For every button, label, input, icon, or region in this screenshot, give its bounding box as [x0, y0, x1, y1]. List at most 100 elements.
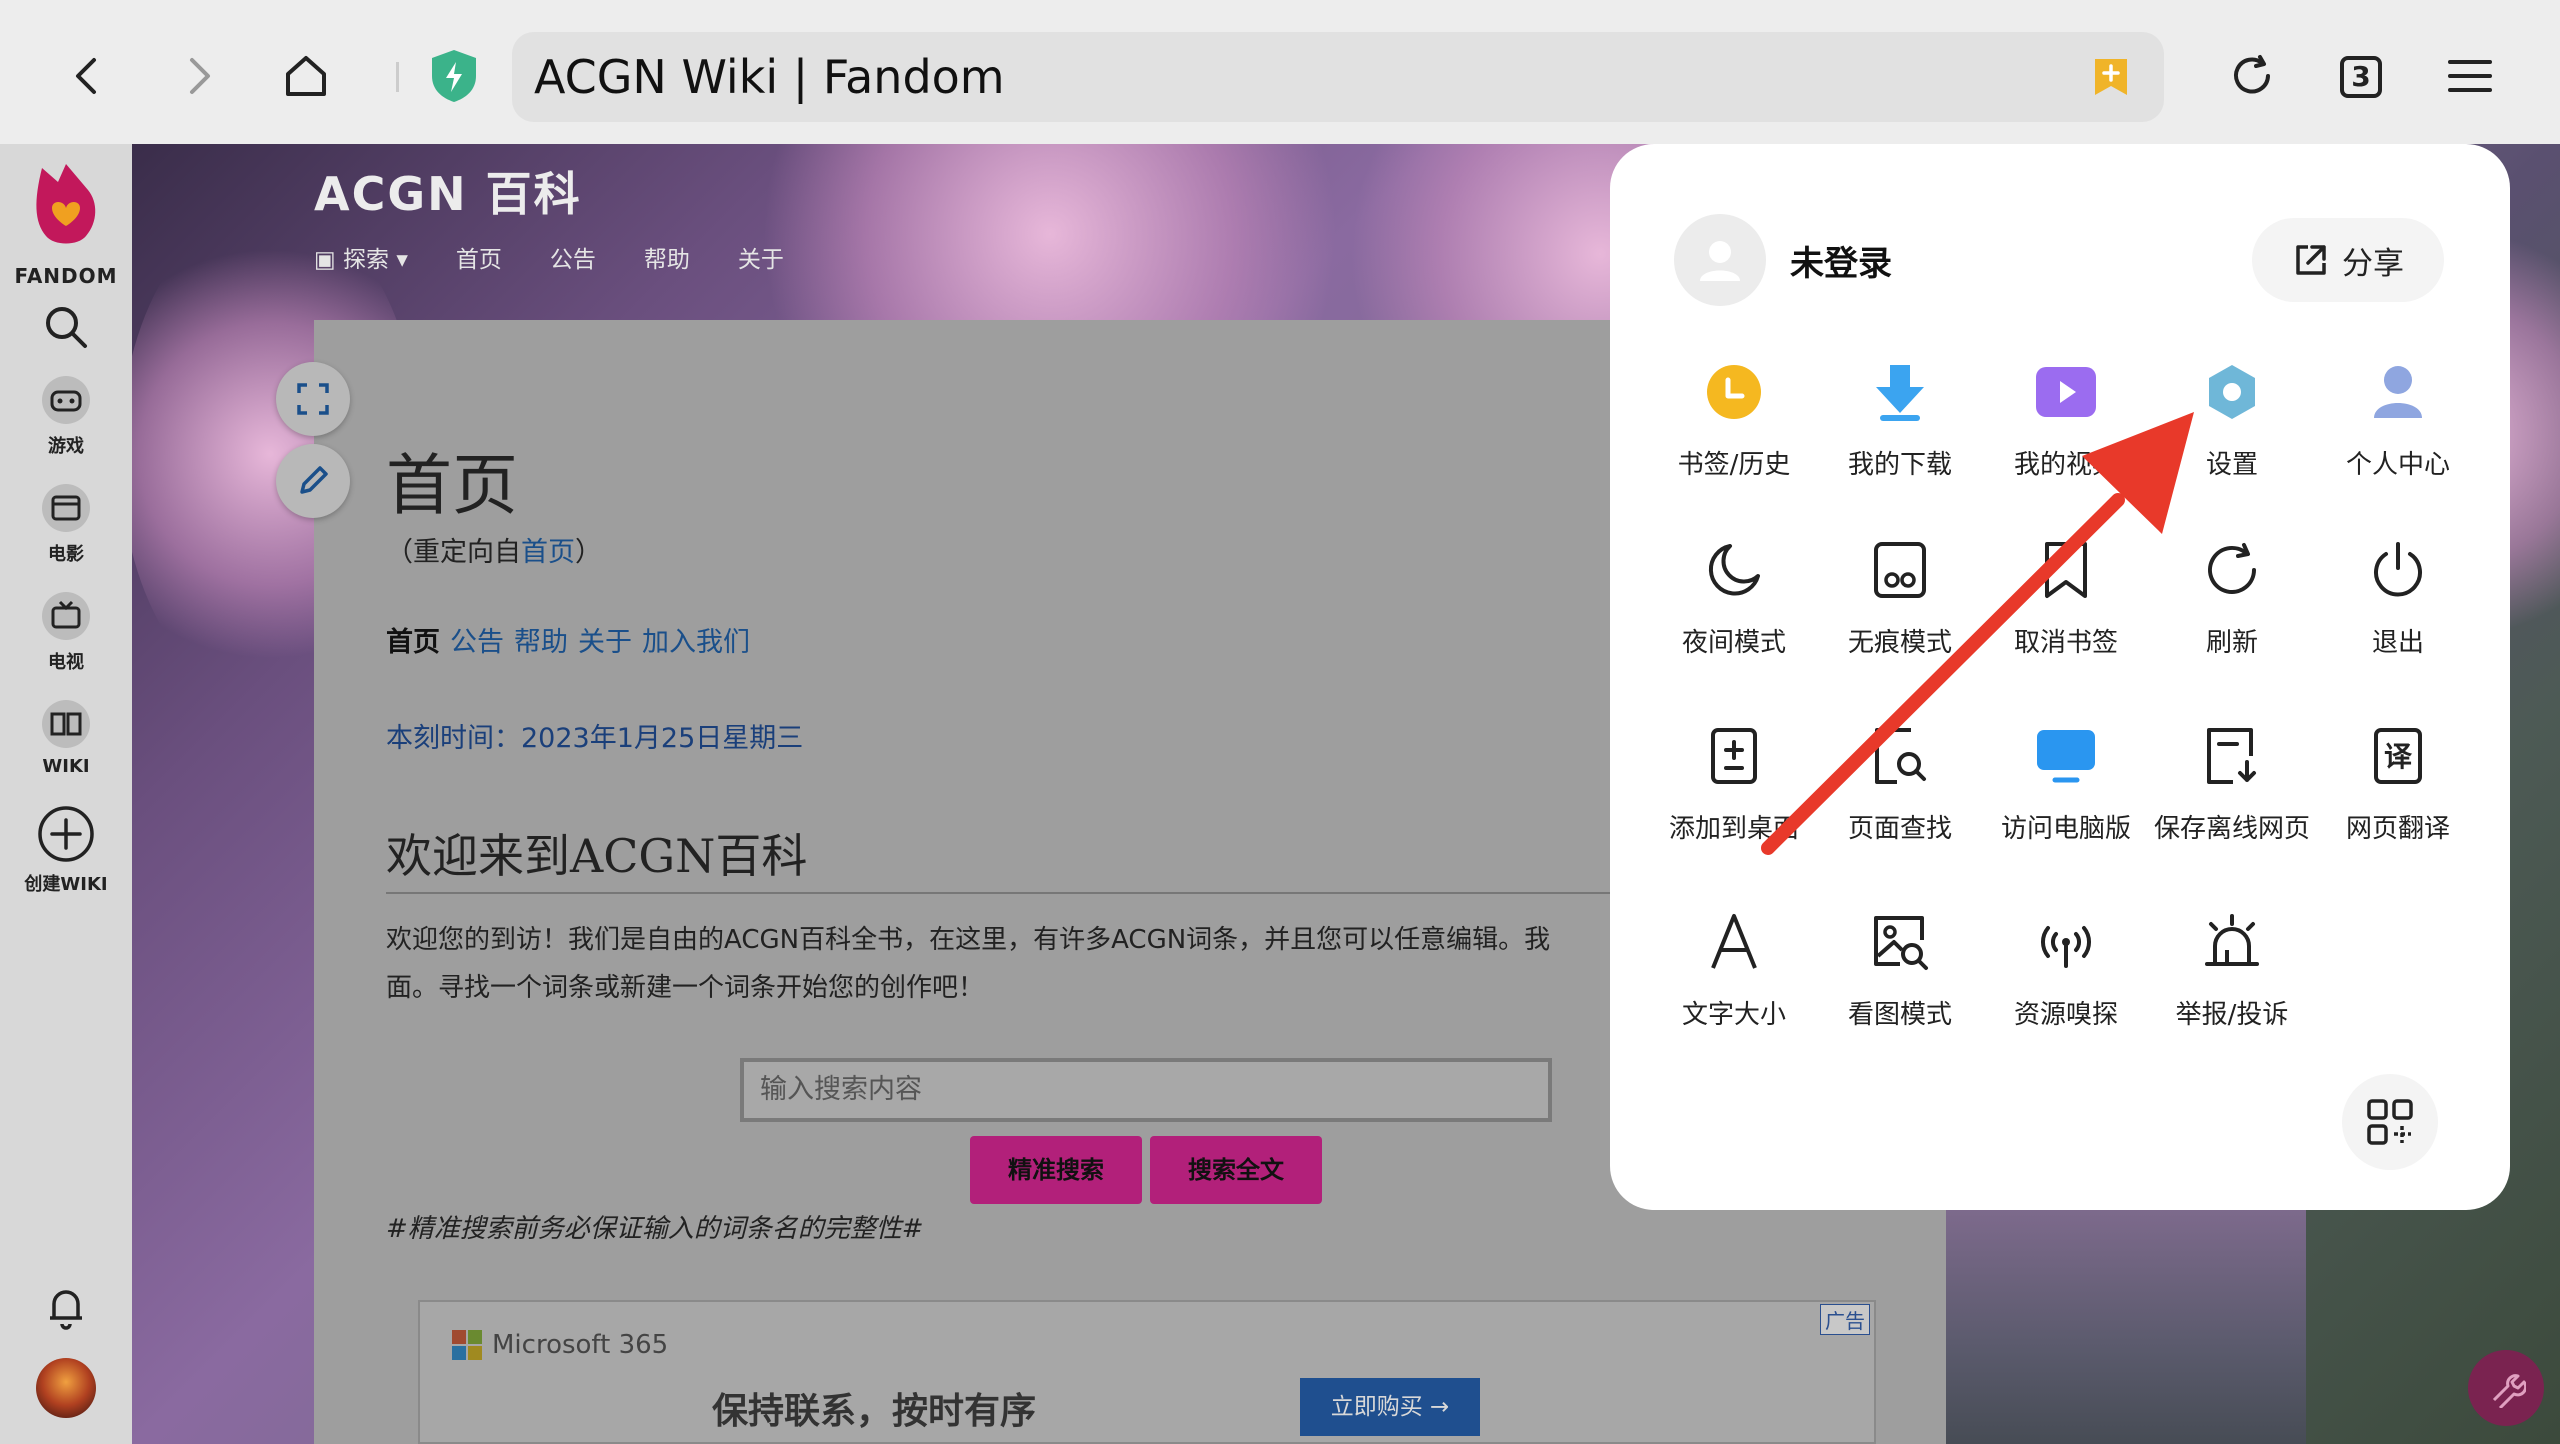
address-bar[interactable]: ACGN Wiki | Fandom [512, 32, 2164, 122]
rail-label: 创建WIKI [24, 874, 108, 895]
edit-button[interactable] [276, 444, 350, 518]
ad-buy-button[interactable]: 立即购买 → [1300, 1378, 1480, 1436]
save-offline-icon [2207, 728, 2256, 784]
link-about[interactable]: 关于 [578, 620, 632, 659]
back-arrow-icon [76, 58, 96, 94]
redirect-link[interactable]: 首页 [521, 537, 575, 568]
rail-create-wiki[interactable]: 创建WIKI [0, 804, 132, 896]
ad-banner[interactable]: Microsoft 365 保持联系，按时有序 立即购买 → 广告 [418, 1300, 1876, 1444]
welcome-heading: 欢迎来到ACGN百科 [386, 829, 808, 883]
main-menu-button[interactable] [2428, 34, 2512, 118]
customize-menu-button[interactable] [2342, 1074, 2438, 1170]
rail-label: 游戏 [48, 436, 84, 457]
browser-menu-panel: 未登录 分享 书签/历史 我的下载 我的视频 设置 个人中心 夜间模式 无痕模式… [1610, 144, 2510, 1210]
home-button[interactable] [264, 34, 348, 118]
user-avatar[interactable] [36, 1358, 96, 1418]
menu-item-image-mode[interactable]: 看图模式 [1816, 904, 1984, 1031]
wiki-search-input[interactable]: 输入搜索内容 [740, 1058, 1552, 1122]
menu-item-save-offline[interactable]: 保存离线网页 [2148, 718, 2316, 845]
moon-icon [1708, 544, 1760, 596]
login-status[interactable]: 未登录 [1790, 236, 1892, 285]
wiki-nav-about[interactable]: 关于 [738, 240, 784, 273]
grid-apps-icon [2367, 1099, 2413, 1145]
power-icon [2374, 542, 2422, 597]
report-icon [2205, 914, 2259, 966]
settings-icon [2209, 365, 2255, 419]
wrench-icon [2492, 1374, 2526, 1408]
menu-item-incognito[interactable]: 无痕模式 [1816, 532, 1984, 659]
rail-search[interactable] [0, 304, 132, 356]
bell-icon [50, 1290, 82, 1330]
menu-item-bookmarks-history[interactable]: 书签/历史 [1650, 354, 1818, 481]
wiki-nav-home[interactable]: 首页 [456, 240, 502, 273]
security-shield-icon[interactable] [426, 46, 482, 106]
add-bookmark-icon[interactable] [2092, 56, 2130, 98]
menu-item-resource-sniff[interactable]: 资源嗅探 [1982, 904, 2150, 1031]
user-center-icon [2374, 366, 2422, 418]
desktop-site-icon [2037, 730, 2095, 783]
menu-item-remove-bookmark[interactable]: 取消书签 [1982, 532, 2150, 659]
menu-item-settings[interactable]: 设置 [2148, 354, 2316, 481]
rail-games[interactable]: 游戏 [0, 374, 132, 458]
menu-item-refresh[interactable]: 刷新 [2148, 532, 2316, 659]
link-join[interactable]: 加入我们 [642, 620, 750, 659]
menu-item-videos[interactable]: 我的视频 [1982, 354, 2150, 481]
browser-toolbar: ACGN Wiki | Fandom 3 [0, 0, 2560, 144]
svg-text:译: 译 [2384, 740, 2413, 773]
fulltext-search-button[interactable]: 搜索全文 [1150, 1136, 1322, 1204]
ad-tag[interactable]: 广告 [1820, 1304, 1870, 1335]
reload-button[interactable] [2210, 34, 2294, 118]
page-title-text: ACGN Wiki | Fandom [534, 50, 1005, 104]
rail-movies[interactable]: 电影 [0, 482, 132, 566]
rail-wiki[interactable]: WIKI [0, 698, 132, 777]
current-time: 本刻时间：2023年1月25日星期三 [386, 723, 804, 754]
download-icon [1876, 365, 1924, 421]
ad-slogan: 保持联系，按时有序 [712, 1391, 1037, 1432]
share-button[interactable]: 分享 [2252, 218, 2444, 302]
menu-item-downloads[interactable]: 我的下载 [1816, 354, 1984, 481]
menu-item-report[interactable]: 举报/投诉 [2148, 904, 2316, 1031]
expand-icon [297, 383, 329, 415]
ad-brand: Microsoft 365 [452, 1330, 668, 1360]
film-icon [42, 484, 90, 532]
bookmark-remove-icon [2045, 542, 2087, 598]
refresh-icon [2208, 543, 2256, 594]
rail-tv[interactable]: 电视 [0, 590, 132, 674]
menu-item-night-mode[interactable]: 夜间模式 [1650, 532, 1818, 659]
forward-button[interactable] [156, 34, 240, 118]
wiki-nav-help[interactable]: 帮助 [644, 240, 690, 273]
wiki-nav-explore[interactable]: ▣ 探索 ▾ [314, 240, 408, 273]
exact-search-button[interactable]: 精准搜索 [970, 1136, 1142, 1204]
tab-count-button[interactable]: 3 [2340, 56, 2382, 98]
menu-item-find-in-page[interactable]: 页面查找 [1816, 718, 1984, 845]
wiki-nav-announcements[interactable]: 公告 [550, 240, 596, 273]
share-icon [2296, 245, 2326, 275]
fandom-wordmark: FANDOM [14, 264, 118, 288]
fandom-logo-icon[interactable] [28, 160, 104, 252]
link-announcements[interactable]: 公告 [450, 620, 504, 659]
reload-icon [2234, 55, 2270, 94]
find-in-page-icon [1875, 728, 1926, 784]
menu-item-user-center[interactable]: 个人中心 [2314, 354, 2482, 481]
menu-item-exit[interactable]: 退出 [2314, 532, 2482, 659]
search-icon [46, 307, 87, 348]
guest-avatar[interactable] [1674, 214, 1766, 306]
rail-notifications[interactable] [0, 1284, 132, 1338]
menu-item-translate[interactable]: 译 网页翻译 [2314, 718, 2482, 845]
menu-item-text-size[interactable]: 文字大小 [1650, 904, 1818, 1031]
text-size-icon [1711, 914, 1757, 969]
menu-item-desktop-site[interactable]: 访问电脑版 [1982, 718, 2150, 845]
back-button[interactable] [46, 34, 130, 118]
video-icon [2036, 367, 2096, 417]
link-help[interactable]: 帮助 [514, 620, 568, 659]
menu-item-add-to-desktop[interactable]: 添加到桌面 [1650, 718, 1818, 845]
fandom-global-nav: FANDOM 游戏 电影 电视 WIKI 创建WIKI [0, 144, 132, 1444]
rail-label: 电影 [48, 544, 84, 565]
toolbar-divider [396, 62, 399, 92]
page-title: 首页 [386, 447, 518, 524]
fullscreen-button[interactable] [276, 362, 350, 436]
plus-circle-icon [38, 806, 94, 862]
tools-button[interactable] [2468, 1350, 2544, 1426]
wiki-name[interactable]: ACGN 百科 [314, 158, 582, 224]
rail-label: WIKI [42, 756, 90, 777]
